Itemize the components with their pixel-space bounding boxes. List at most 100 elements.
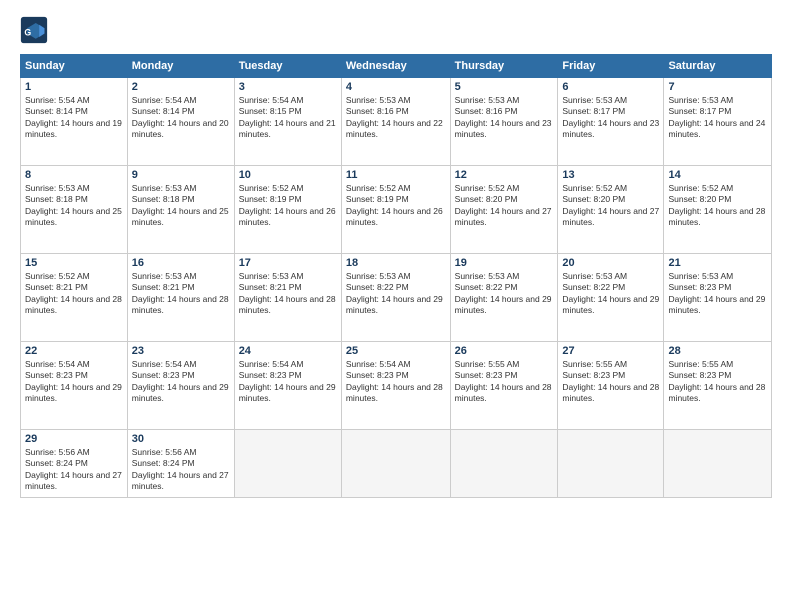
calendar-cell: 23 Sunrise: 5:54 AMSunset: 8:23 PMDayligh… <box>127 342 234 430</box>
day-info: Sunrise: 5:53 AMSunset: 8:22 PMDaylight:… <box>455 271 554 317</box>
day-number: 26 <box>455 345 554 357</box>
day-number: 25 <box>346 345 446 357</box>
day-number: 30 <box>132 433 230 445</box>
day-info: Sunrise: 5:53 AMSunset: 8:17 PMDaylight:… <box>668 95 767 141</box>
day-number: 18 <box>346 257 446 269</box>
page: G SundayMondayTuesdayWednesdayThursdayFr… <box>0 0 792 612</box>
day-number: 5 <box>455 81 554 93</box>
calendar-cell: 17 Sunrise: 5:53 AMSunset: 8:21 PMDayligh… <box>234 254 341 342</box>
calendar-cell <box>234 430 341 498</box>
calendar-cell: 14 Sunrise: 5:52 AMSunset: 8:20 PMDayligh… <box>664 166 772 254</box>
day-info: Sunrise: 5:52 AMSunset: 8:20 PMDaylight:… <box>455 183 554 229</box>
calendar-cell: 3Sunrise: 5:54 AMSunset: 8:15 PMDaylight… <box>234 78 341 166</box>
day-info: Sunrise: 5:54 AMSunset: 8:14 PMDaylight:… <box>25 95 123 141</box>
day-number: 15 <box>25 257 123 269</box>
calendar-week-1: 1 Sunrise: 5:54 AMSunset: 8:14 PMDaylight… <box>21 78 772 166</box>
calendar-week-2: 8 Sunrise: 5:53 AMSunset: 8:18 PMDaylight… <box>21 166 772 254</box>
day-info: Sunrise: 5:56 AMSunset: 8:24 PMDaylight:… <box>132 447 230 493</box>
col-header-sunday: Sunday <box>21 55 128 78</box>
day-info: Sunrise: 5:55 AMSunset: 8:23 PMDaylight:… <box>455 359 554 405</box>
day-number: 1 <box>25 81 123 93</box>
calendar-cell: 16 Sunrise: 5:53 AMSunset: 8:21 PMDayligh… <box>127 254 234 342</box>
day-info: Sunrise: 5:52 AMSunset: 8:19 PMDaylight:… <box>346 183 446 229</box>
day-number: 10 <box>239 169 337 181</box>
day-info: Sunrise: 5:55 AMSunset: 8:23 PMDaylight:… <box>668 359 767 405</box>
day-number: 7 <box>668 81 767 93</box>
calendar-cell: 12 Sunrise: 5:52 AMSunset: 8:20 PMDayligh… <box>450 166 558 254</box>
calendar-cell <box>664 430 772 498</box>
day-info: Sunrise: 5:53 AMSunset: 8:16 PMDaylight:… <box>346 95 446 141</box>
day-info: Sunrise: 5:56 AMSunset: 8:24 PMDaylight:… <box>25 447 123 493</box>
calendar-cell: 27Sunrise: 5:55 AMSunset: 8:23 PMDayligh… <box>558 342 664 430</box>
calendar-table: SundayMondayTuesdayWednesdayThursdayFrid… <box>20 54 772 498</box>
day-number: 14 <box>668 169 767 181</box>
day-number: 29 <box>25 433 123 445</box>
logo: G <box>20 16 52 44</box>
day-info: Sunrise: 5:53 AMSunset: 8:23 PMDaylight:… <box>668 271 767 317</box>
day-info: Sunrise: 5:53 AMSunset: 8:21 PMDaylight:… <box>239 271 337 317</box>
day-info: Sunrise: 5:53 AMSunset: 8:17 PMDaylight:… <box>562 95 659 141</box>
day-number: 9 <box>132 169 230 181</box>
day-number: 21 <box>668 257 767 269</box>
calendar-cell: 11 Sunrise: 5:52 AMSunset: 8:19 PMDayligh… <box>341 166 450 254</box>
calendar-week-3: 15 Sunrise: 5:52 AMSunset: 8:21 PMDayligh… <box>21 254 772 342</box>
calendar-cell: 19Sunrise: 5:53 AMSunset: 8:22 PMDayligh… <box>450 254 558 342</box>
calendar-cell: 18 Sunrise: 5:53 AMSunset: 8:22 PMDayligh… <box>341 254 450 342</box>
day-number: 13 <box>562 169 659 181</box>
day-number: 17 <box>239 257 337 269</box>
day-number: 16 <box>132 257 230 269</box>
day-number: 28 <box>668 345 767 357</box>
day-info: Sunrise: 5:52 AMSunset: 8:20 PMDaylight:… <box>562 183 659 229</box>
calendar-cell: 24Sunrise: 5:54 AMSunset: 8:23 PMDayligh… <box>234 342 341 430</box>
col-header-monday: Monday <box>127 55 234 78</box>
calendar-cell: 4 Sunrise: 5:53 AMSunset: 8:16 PMDaylight… <box>341 78 450 166</box>
col-header-saturday: Saturday <box>664 55 772 78</box>
day-number: 8 <box>25 169 123 181</box>
calendar-cell: 6 Sunrise: 5:53 AMSunset: 8:17 PMDaylight… <box>558 78 664 166</box>
day-number: 20 <box>562 257 659 269</box>
calendar-header-row: SundayMondayTuesdayWednesdayThursdayFrid… <box>21 55 772 78</box>
calendar-week-5: 29 Sunrise: 5:56 AMSunset: 8:24 PMDayligh… <box>21 430 772 498</box>
calendar-cell: 13 Sunrise: 5:52 AMSunset: 8:20 PMDayligh… <box>558 166 664 254</box>
day-number: 2 <box>132 81 230 93</box>
day-number: 22 <box>25 345 123 357</box>
day-number: 11 <box>346 169 446 181</box>
calendar-cell: 21 Sunrise: 5:53 AMSunset: 8:23 PMDayligh… <box>664 254 772 342</box>
calendar-cell <box>558 430 664 498</box>
day-info: Sunrise: 5:53 AMSunset: 8:16 PMDaylight:… <box>455 95 554 141</box>
day-number: 23 <box>132 345 230 357</box>
day-info: Sunrise: 5:54 AMSunset: 8:14 PMDaylight:… <box>132 95 230 141</box>
header: G <box>20 16 772 44</box>
day-number: 12 <box>455 169 554 181</box>
calendar-cell: 28 Sunrise: 5:55 AMSunset: 8:23 PMDayligh… <box>664 342 772 430</box>
svg-text:G: G <box>24 27 31 37</box>
day-info: Sunrise: 5:53 AMSunset: 8:18 PMDaylight:… <box>132 183 230 229</box>
day-info: Sunrise: 5:53 AMSunset: 8:21 PMDaylight:… <box>132 271 230 317</box>
calendar-cell: 2 Sunrise: 5:54 AMSunset: 8:14 PMDaylight… <box>127 78 234 166</box>
day-info: Sunrise: 5:52 AMSunset: 8:21 PMDaylight:… <box>25 271 123 317</box>
day-info: Sunrise: 5:52 AMSunset: 8:20 PMDaylight:… <box>668 183 767 229</box>
calendar-cell: 9 Sunrise: 5:53 AMSunset: 8:18 PMDaylight… <box>127 166 234 254</box>
day-info: Sunrise: 5:53 AMSunset: 8:22 PMDaylight:… <box>346 271 446 317</box>
day-info: Sunrise: 5:54 AMSunset: 8:23 PMDaylight:… <box>346 359 446 405</box>
col-header-tuesday: Tuesday <box>234 55 341 78</box>
col-header-friday: Friday <box>558 55 664 78</box>
calendar-cell: 30 Sunrise: 5:56 AMSunset: 8:24 PMDayligh… <box>127 430 234 498</box>
col-header-wednesday: Wednesday <box>341 55 450 78</box>
calendar-cell: 10Sunrise: 5:52 AMSunset: 8:19 PMDayligh… <box>234 166 341 254</box>
day-number: 4 <box>346 81 446 93</box>
day-number: 27 <box>562 345 659 357</box>
day-number: 6 <box>562 81 659 93</box>
calendar-cell: 15 Sunrise: 5:52 AMSunset: 8:21 PMDayligh… <box>21 254 128 342</box>
calendar-week-4: 22 Sunrise: 5:54 AMSunset: 8:23 PMDayligh… <box>21 342 772 430</box>
calendar-cell: 22Sunrise: 5:54 AMSunset: 8:23 PMDayligh… <box>21 342 128 430</box>
calendar-cell: 7 Sunrise: 5:53 AMSunset: 8:17 PMDaylight… <box>664 78 772 166</box>
day-info: Sunrise: 5:54 AMSunset: 8:23 PMDaylight:… <box>239 359 337 405</box>
day-number: 3 <box>239 81 337 93</box>
calendar-cell: 25 Sunrise: 5:54 AMSunset: 8:23 PMDayligh… <box>341 342 450 430</box>
day-info: Sunrise: 5:53 AMSunset: 8:22 PMDaylight:… <box>562 271 659 317</box>
day-info: Sunrise: 5:54 AMSunset: 8:23 PMDaylight:… <box>132 359 230 405</box>
calendar-cell: 5 Sunrise: 5:53 AMSunset: 8:16 PMDaylight… <box>450 78 558 166</box>
calendar-cell: 20 Sunrise: 5:53 AMSunset: 8:22 PMDayligh… <box>558 254 664 342</box>
calendar-cell <box>450 430 558 498</box>
